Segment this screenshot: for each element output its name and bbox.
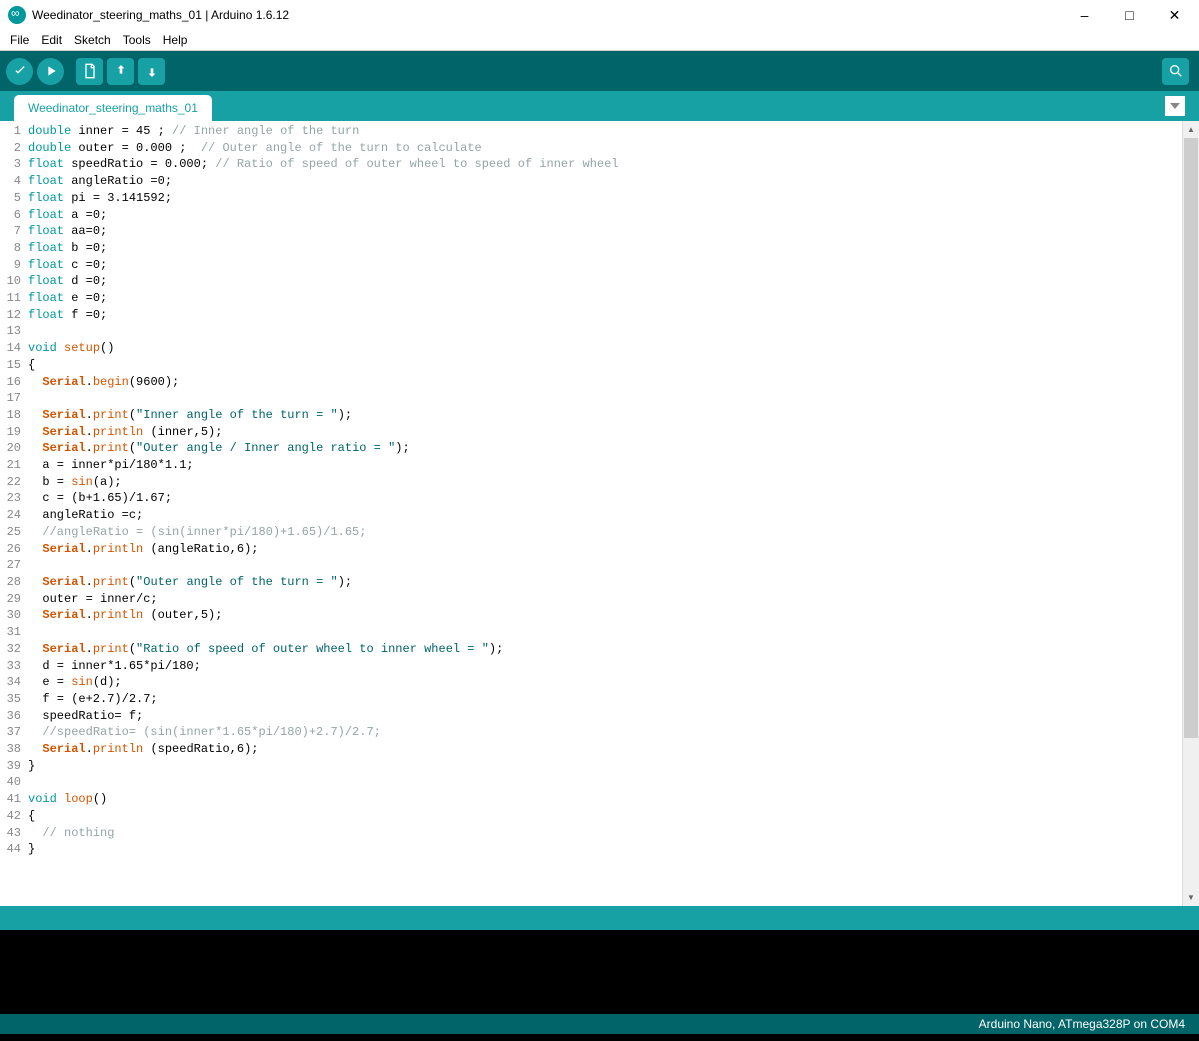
status-strip (0, 906, 1199, 930)
menubar: File Edit Sketch Tools Help (0, 30, 1199, 51)
minimize-button[interactable]: – (1062, 1, 1107, 29)
toolbar (0, 51, 1199, 91)
menu-sketch[interactable]: Sketch (68, 31, 117, 49)
tabbar: Weedinator_steering_maths_01 (0, 91, 1199, 121)
open-button[interactable] (107, 58, 134, 85)
tab-menu-button[interactable] (1165, 96, 1185, 116)
editor: 1 2 3 4 5 6 7 8 9 10 11 12 13 14 15 16 1… (0, 121, 1199, 906)
code-area[interactable]: double inner = 45 ; // Inner angle of th… (26, 121, 1199, 906)
footer-status: Arduino Nano, ATmega328P on COM4 (0, 1014, 1199, 1034)
upload-button[interactable] (37, 58, 64, 85)
line-gutter: 1 2 3 4 5 6 7 8 9 10 11 12 13 14 15 16 1… (0, 121, 26, 906)
titlebar: Weedinator_steering_maths_01 | Arduino 1… (0, 0, 1199, 30)
window-title: Weedinator_steering_maths_01 | Arduino 1… (32, 8, 1062, 22)
board-info: Arduino Nano, ATmega328P on COM4 (979, 1017, 1185, 1031)
window-controls: – □ ✕ (1062, 1, 1197, 29)
close-button[interactable]: ✕ (1152, 1, 1197, 29)
taskbar-sliver (0, 1034, 1199, 1041)
vertical-scrollbar[interactable]: ▲ ▼ (1182, 121, 1199, 906)
new-button[interactable] (76, 58, 103, 85)
scroll-thumb[interactable] (1184, 138, 1198, 738)
menu-help[interactable]: Help (157, 31, 194, 49)
menu-tools[interactable]: Tools (117, 31, 157, 49)
save-button[interactable] (138, 58, 165, 85)
maximize-button[interactable]: □ (1107, 1, 1152, 29)
serial-monitor-button[interactable] (1162, 58, 1189, 85)
sketch-tab[interactable]: Weedinator_steering_maths_01 (14, 95, 212, 121)
verify-button[interactable] (6, 58, 33, 85)
menu-edit[interactable]: Edit (35, 31, 68, 49)
scroll-down-icon[interactable]: ▼ (1183, 889, 1199, 906)
console-output[interactable] (0, 930, 1199, 1014)
arduino-icon (8, 6, 26, 24)
menu-file[interactable]: File (4, 31, 35, 49)
scroll-up-icon[interactable]: ▲ (1183, 121, 1199, 138)
